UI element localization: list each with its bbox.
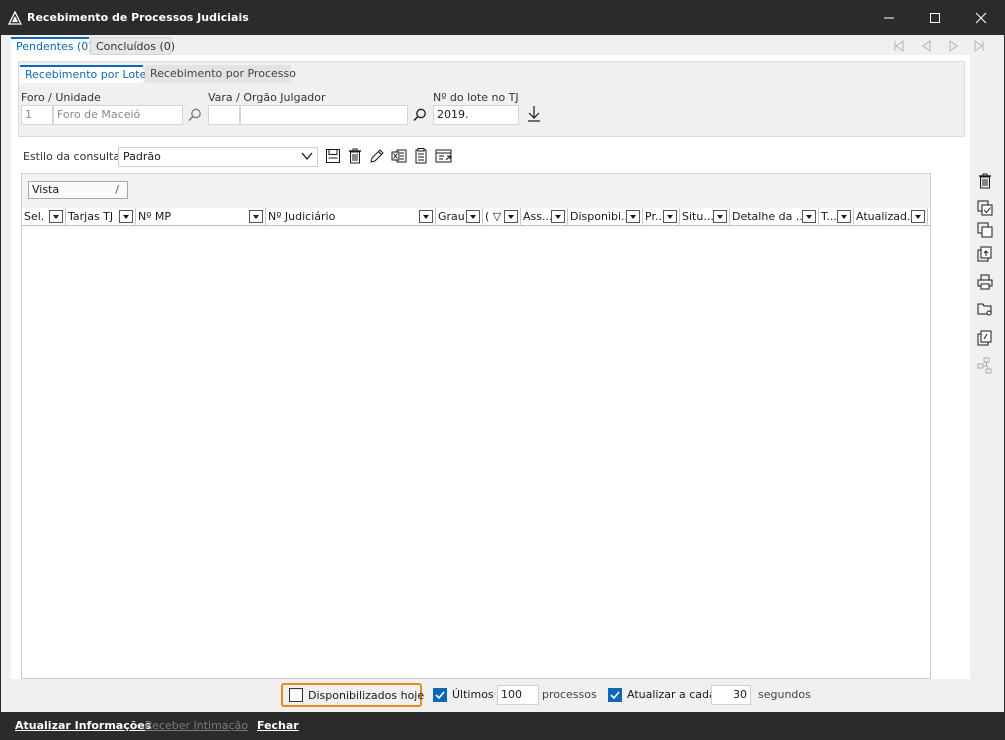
disponibilizados-checkbox[interactable]	[289, 688, 303, 702]
column-filter-icon[interactable]	[802, 210, 816, 223]
column-filter-icon[interactable]	[49, 210, 63, 223]
download-arrow-icon[interactable]	[526, 105, 544, 123]
search-foro-icon[interactable]	[187, 107, 205, 125]
column-header-assunto[interactable]: Ass...	[521, 208, 568, 226]
first-record-icon[interactable]	[892, 39, 906, 53]
tab-recebimento-processo[interactable]: Recebimento por Processo	[145, 65, 296, 83]
trash-icon[interactable]	[977, 173, 995, 191]
save-icon[interactable]	[325, 148, 343, 166]
grid-header-row: Sel. Tarjas TJ Nº MP Nº Judiciário Grau …	[22, 208, 930, 226]
hierarchy-icon[interactable]	[977, 357, 995, 375]
ultimos-input[interactable]: 100	[497, 685, 539, 705]
column-filter-icon[interactable]	[626, 210, 640, 223]
atualizar-input[interactable]: 30	[711, 685, 751, 705]
refresh-options: Disponibilizados hoje Últimos 100 proces…	[1, 683, 1004, 707]
disponibilizados-highlight: Disponibilizados hoje	[281, 683, 425, 707]
grid-group-area: Vista /	[22, 174, 930, 208]
disponibilizados-label: Disponibilizados hoje	[308, 689, 425, 702]
app-logo-icon	[7, 10, 23, 25]
previous-record-icon[interactable]	[920, 39, 934, 53]
process-grid: Vista / Sel. Tarjas TJ Nº MP Nº Judiciár…	[21, 173, 931, 679]
column-header-filter[interactable]: ( ▽	[483, 208, 521, 226]
document-edit-icon[interactable]	[977, 330, 995, 348]
consulta-toolbar	[325, 147, 465, 167]
lote-field[interactable]: 2019.	[433, 105, 519, 125]
folder-search-icon[interactable]	[977, 301, 995, 319]
printer-icon[interactable]	[977, 274, 995, 292]
ultimos-label: Últimos	[452, 688, 494, 701]
footer-action-bar: Atualizar Informações Receber Intimação …	[1, 712, 1004, 740]
next-record-icon[interactable]	[946, 39, 960, 53]
chevron-down-icon	[301, 151, 313, 164]
column-filter-icon[interactable]	[504, 210, 518, 223]
atualizar-informacoes-button[interactable]: Atualizar Informações	[15, 719, 151, 732]
vista-selector[interactable]: Vista /	[28, 181, 128, 199]
atualizar-label: Atualizar a cada	[627, 688, 716, 701]
column-header-disponibilizado[interactable]: Disponibi...	[568, 208, 643, 226]
column-filter-icon[interactable]	[119, 210, 133, 223]
side-toolbar	[975, 173, 997, 383]
select-all-icon[interactable]	[977, 200, 995, 218]
column-header-nmp[interactable]: Nº MP	[136, 208, 266, 226]
column-filter-icon[interactable]	[466, 210, 480, 223]
foro-code-field[interactable]: 1	[21, 105, 53, 125]
consulta-style-bar: Estilo da consulta Padrão	[19, 146, 519, 168]
column-header-sel[interactable]: Sel.	[22, 208, 66, 226]
maximize-button[interactable]	[912, 1, 958, 35]
main-panel: Recebimento por Lote Recebimento por Pro…	[11, 55, 970, 679]
foro-label: Foro / Unidade	[21, 91, 101, 104]
column-header-tipo[interactable]: T...	[819, 208, 854, 226]
vara-label: Vara / Orgão Julgador	[208, 91, 326, 104]
column-header-detalhe[interactable]: Detalhe da ...	[730, 208, 819, 226]
column-header-tarjas[interactable]: Tarjas TJ	[66, 208, 136, 226]
vista-suffix: /	[115, 183, 119, 196]
consulta-style-select[interactable]: Padrão	[118, 147, 318, 167]
column-header-prazo[interactable]: Pr...	[643, 208, 680, 226]
fechar-button[interactable]: Fechar	[257, 719, 299, 732]
pencil-icon[interactable]	[369, 148, 387, 166]
tab-concluidos[interactable]: Concluídos (0)	[90, 37, 175, 55]
column-header-njudiciario[interactable]: Nº Judiciário	[266, 208, 436, 226]
vara-code-field[interactable]	[208, 105, 240, 125]
processos-label: processos	[542, 688, 597, 701]
column-header-grau[interactable]: Grau	[436, 208, 483, 226]
ultimos-checkbox[interactable]	[433, 688, 447, 702]
document-upload-icon[interactable]	[977, 246, 995, 264]
vista-label: Vista	[32, 183, 60, 196]
consulta-selected: Padrão	[123, 150, 161, 163]
column-filter-icon[interactable]	[713, 210, 727, 223]
segundos-label: segundos	[758, 688, 811, 701]
export-window-icon[interactable]	[435, 148, 453, 166]
search-vara-icon[interactable]	[412, 107, 430, 125]
window-title: Recebimento de Processos Judiciais	[27, 11, 249, 24]
minimize-button[interactable]	[866, 1, 912, 35]
main-window: Recebimento de Processos Judiciais Pende…	[0, 0, 1005, 740]
copy-icon[interactable]	[977, 222, 995, 240]
record-navigation	[892, 39, 992, 53]
trash-icon[interactable]	[347, 148, 365, 166]
document-list-icon[interactable]	[413, 148, 431, 166]
column-filter-icon[interactable]	[551, 210, 565, 223]
lote-label: Nº do lote no TJ	[433, 91, 519, 104]
excel-export-icon[interactable]	[391, 148, 409, 166]
close-button[interactable]	[958, 1, 1004, 35]
foro-name-field[interactable]: Foro de Maceió	[53, 105, 183, 125]
column-filter-icon[interactable]	[419, 210, 433, 223]
consulta-label: Estilo da consulta	[23, 150, 121, 163]
atualizar-checkbox[interactable]	[608, 688, 622, 702]
column-filter-icon[interactable]	[837, 210, 851, 223]
receber-intimacao-button[interactable]: Receber Intimação	[145, 719, 248, 732]
column-header-situacao[interactable]: Situ...	[680, 208, 730, 226]
column-filter-icon[interactable]	[911, 210, 925, 223]
column-filter-icon[interactable]	[249, 210, 263, 223]
column-header-atualizado[interactable]: Atualizad...	[854, 208, 928, 226]
vara-name-field[interactable]	[240, 105, 408, 125]
column-filter-icon[interactable]	[663, 210, 677, 223]
tab-recebimento-lote[interactable]: Recebimento por Lote	[20, 65, 146, 83]
tab-pendentes[interactable]: Pendentes (0)	[11, 37, 93, 55]
title-bar: Recebimento de Processos Judiciais	[1, 1, 1004, 35]
last-record-icon[interactable]	[972, 39, 986, 53]
filter-group: Recebimento por Lote Recebimento por Pro…	[18, 61, 965, 137]
